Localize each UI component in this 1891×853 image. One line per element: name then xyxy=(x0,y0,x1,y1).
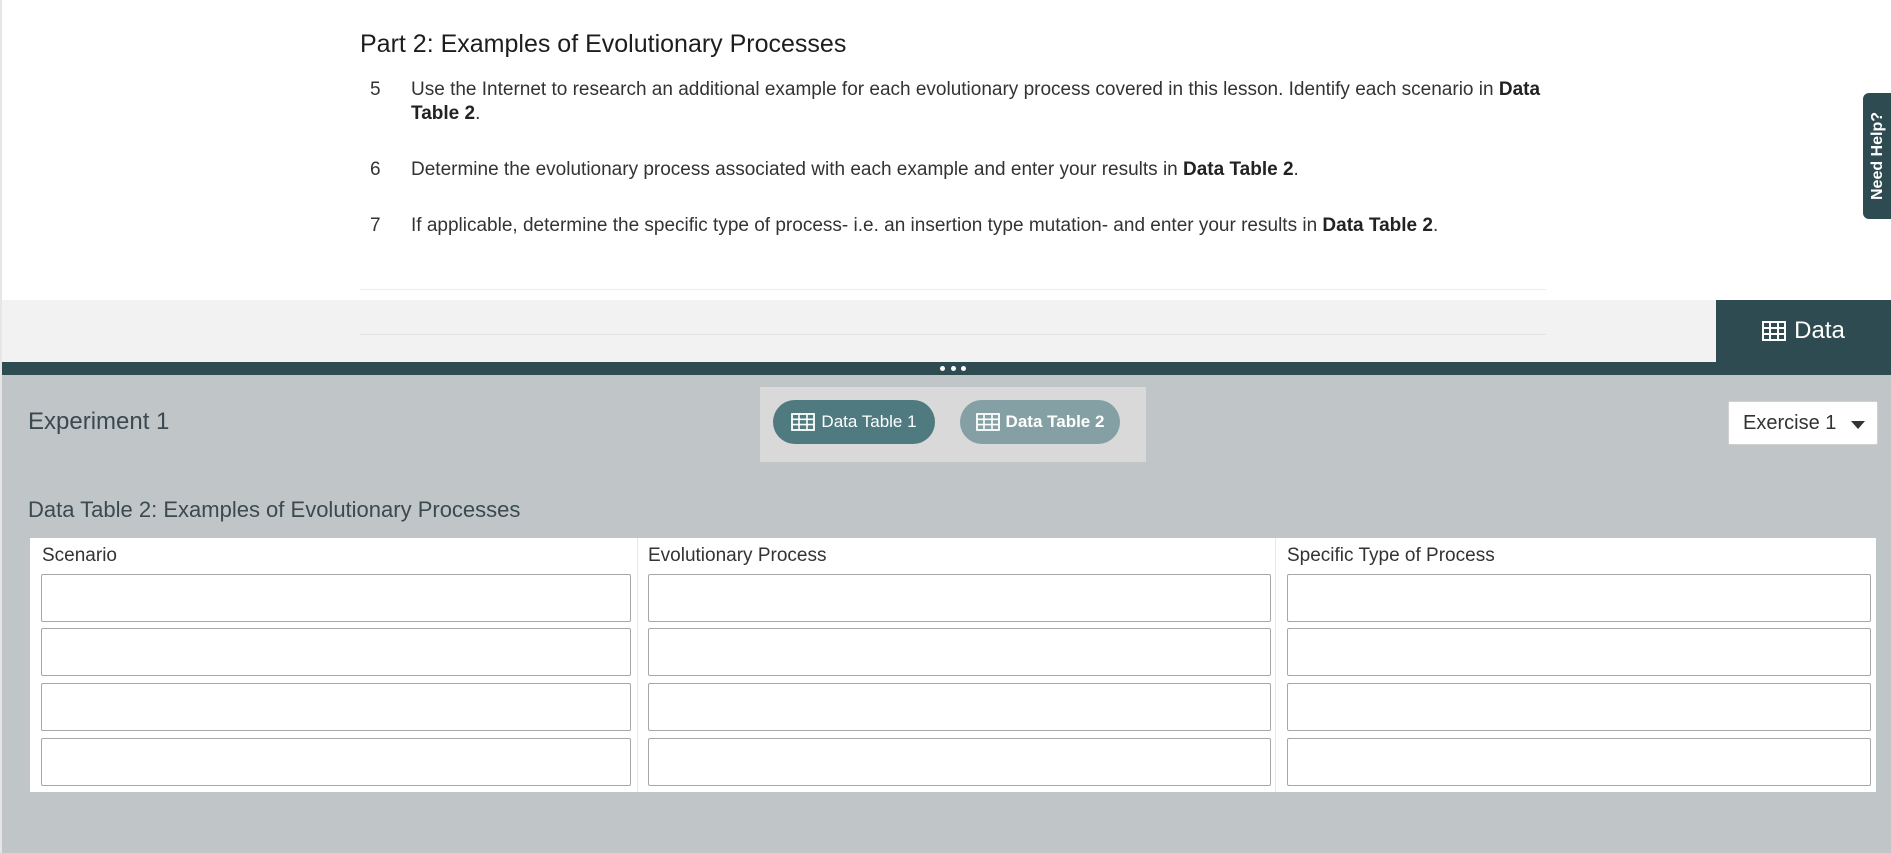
panel-resize-handle[interactable] xyxy=(2,362,1891,375)
lesson-content: Part 2: Examples of Evolutionary Process… xyxy=(2,0,1891,300)
data-table-title: Data Table 2: Examples of Evolutionary P… xyxy=(28,497,521,522)
step-number: 5 xyxy=(370,79,381,100)
need-help-tab[interactable]: Need Help? xyxy=(1863,93,1891,219)
specific-type-input[interactable] xyxy=(1287,738,1871,786)
data-table-2-button[interactable]: Data Table 2 xyxy=(960,400,1120,444)
experiment-title: Experiment 1 xyxy=(28,408,170,435)
evolutionary-process-input[interactable] xyxy=(648,628,1271,676)
data-table-1-label: Data Table 1 xyxy=(821,412,917,431)
specific-type-input[interactable] xyxy=(1287,574,1871,622)
data-table-2-label: Data Table 2 xyxy=(1005,412,1105,431)
step-bold-ref: Data Table 2 xyxy=(1322,215,1433,236)
step-number: 6 xyxy=(370,159,381,180)
scenario-input[interactable] xyxy=(41,628,631,676)
data-table-2: Scenario Evolutionary Process Specific T… xyxy=(30,538,1876,792)
step-text: If applicable, determine the specific ty… xyxy=(411,214,1541,238)
step-text-part: Use the Internet to research an addition… xyxy=(411,79,1499,100)
data-panel: Experiment 1 Data Table 1 Data Table 2 E… xyxy=(2,375,1891,853)
specific-type-input[interactable] xyxy=(1287,683,1871,731)
table-icon xyxy=(791,413,816,431)
need-help-label: Need Help? xyxy=(1869,111,1886,201)
column-header-scenario: Scenario xyxy=(42,545,117,566)
exercise-select-value: Exercise 1 xyxy=(1743,411,1837,434)
caret-down-icon xyxy=(1851,421,1865,429)
scenario-input[interactable] xyxy=(41,738,631,786)
exercise-select[interactable]: Exercise 1 xyxy=(1728,401,1878,445)
step-text-part: . xyxy=(1293,159,1299,180)
data-tab-button[interactable]: Data xyxy=(1716,300,1891,362)
table-icon xyxy=(975,413,1000,431)
data-tab-label: Data xyxy=(1794,317,1845,344)
evolutionary-process-input[interactable] xyxy=(648,683,1271,731)
data-table-switcher: Data Table 1 Data Table 2 xyxy=(760,387,1146,462)
step-text-part: . xyxy=(475,103,481,124)
scenario-input[interactable] xyxy=(41,683,631,731)
column-divider xyxy=(637,538,638,792)
evolutionary-process-input[interactable] xyxy=(648,738,1271,786)
scenario-input[interactable] xyxy=(41,574,631,622)
lesson-title: Part 2: Examples of Evolutionary Process… xyxy=(360,30,847,58)
step-bold-ref: Data Table 2 xyxy=(1183,159,1294,180)
step-text-part: If applicable, determine the specific ty… xyxy=(411,215,1323,236)
column-header-evolutionary-process: Evolutionary Process xyxy=(648,545,827,566)
data-tab-bar: Data xyxy=(2,300,1891,362)
column-divider xyxy=(1275,538,1276,792)
step-text: Use the Internet to research an addition… xyxy=(411,78,1541,126)
table-icon xyxy=(1762,321,1787,341)
column-header-specific-type: Specific Type of Process xyxy=(1287,545,1495,566)
step-text-part: Determine the evolutionary process assoc… xyxy=(411,159,1184,180)
divider xyxy=(360,334,1546,335)
step-text: Determine the evolutionary process assoc… xyxy=(411,158,1541,182)
step-text-part: . xyxy=(1432,215,1439,236)
app-frame: Part 2: Examples of Evolutionary Process… xyxy=(0,0,1891,853)
divider xyxy=(360,289,1546,290)
step-number: 7 xyxy=(370,215,381,236)
evolutionary-process-input[interactable] xyxy=(648,574,1271,622)
data-table-1-button[interactable]: Data Table 1 xyxy=(773,400,935,444)
specific-type-input[interactable] xyxy=(1287,628,1871,676)
drag-dots-icon xyxy=(940,366,966,371)
